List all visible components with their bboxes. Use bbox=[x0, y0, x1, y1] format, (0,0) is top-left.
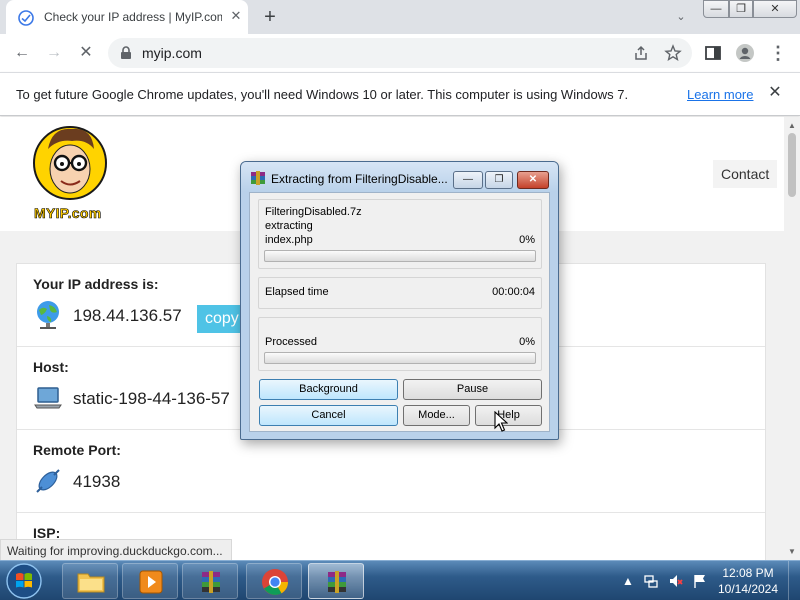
browser-toolbar: ← → ✕ myip.com ⋮ bbox=[0, 34, 800, 72]
media-player-icon bbox=[139, 570, 163, 594]
processed-label: Processed bbox=[265, 336, 317, 348]
volume-muted-icon[interactable] bbox=[668, 573, 684, 589]
processed-progress-bar bbox=[264, 352, 536, 364]
side-panel-icon[interactable] bbox=[704, 44, 722, 62]
show-desktop-button[interactable] bbox=[788, 561, 800, 600]
winrar-icon bbox=[202, 571, 220, 593]
remote-port-label: Remote Port: bbox=[33, 442, 121, 458]
action-center-flag-icon[interactable] bbox=[692, 573, 708, 589]
tab-title: Check your IP address | MyIP.com bbox=[44, 10, 222, 24]
file-progress-bar bbox=[264, 250, 536, 262]
dialog-close-button[interactable]: ✕ bbox=[517, 171, 549, 189]
file-percent: 0% bbox=[519, 234, 535, 246]
infobar-message: To get future Google Chrome updates, you… bbox=[16, 87, 629, 102]
windows-taskbar: ▲ 12:08 PM 10/14/2024 bbox=[0, 560, 800, 600]
remote-port-value: 41938 bbox=[73, 472, 121, 491]
learn-more-link[interactable]: Learn more bbox=[687, 87, 753, 102]
host-label: Host: bbox=[33, 359, 69, 375]
remote-port-row: Remote Port: 41938 bbox=[17, 430, 765, 513]
elapsed-label: Elapsed time bbox=[265, 286, 329, 298]
elapsed-group: Elapsed time 00:00:04 bbox=[258, 277, 542, 309]
restore-button[interactable]: ❐ bbox=[729, 0, 753, 18]
tab-strip: Check your IP address | MyIP.com ✕ + ⌄ —… bbox=[0, 0, 800, 34]
url-text[interactable]: myip.com bbox=[142, 45, 202, 61]
taskbar-media-player[interactable] bbox=[122, 563, 178, 599]
status-bubble: Waiting for improving.duckduckgo.com... bbox=[0, 539, 232, 561]
mode-button[interactable]: Mode... bbox=[403, 405, 470, 426]
profile-avatar-icon[interactable] bbox=[735, 43, 755, 63]
close-window-button[interactable]: ✕ bbox=[753, 0, 797, 18]
forward-button[interactable]: → bbox=[44, 43, 64, 63]
dialog-maximize-button[interactable]: ❐ bbox=[485, 171, 513, 189]
laptop-icon bbox=[34, 387, 62, 409]
update-infobar: To get future Google Chrome updates, you… bbox=[0, 72, 800, 116]
tab-close-icon[interactable]: ✕ bbox=[228, 8, 244, 24]
taskbar-chrome[interactable] bbox=[246, 563, 302, 599]
processed-group: Processed 0% bbox=[258, 317, 542, 371]
address-bar[interactable]: myip.com bbox=[108, 38, 692, 68]
host-value: static-198-44-136-57 bbox=[73, 389, 230, 408]
back-button[interactable]: ← bbox=[12, 43, 32, 63]
archive-name: FilteringDisabled.7z bbox=[265, 206, 362, 218]
winrar-icon bbox=[251, 171, 265, 185]
dialog-titlebar[interactable]: Extracting from FilteringDisable... — ❐ … bbox=[241, 162, 558, 192]
taskbar-winrar-pinned[interactable] bbox=[182, 563, 238, 599]
plug-icon bbox=[36, 469, 60, 493]
lock-icon[interactable] bbox=[120, 46, 132, 60]
pause-button[interactable]: Pause bbox=[403, 379, 542, 400]
minimize-button[interactable]: — bbox=[703, 0, 729, 18]
taskbar-winrar-active[interactable] bbox=[308, 563, 364, 599]
chrome-icon bbox=[262, 569, 289, 595]
dialog-title: Extracting from FilteringDisable... bbox=[271, 172, 447, 186]
globe-icon bbox=[37, 301, 59, 329]
action-text: extracting bbox=[265, 220, 313, 232]
new-tab-button[interactable]: + bbox=[259, 6, 281, 28]
scroll-thumb[interactable] bbox=[788, 133, 796, 197]
dialog-body: FilteringDisabled.7z extracting index.ph… bbox=[249, 192, 550, 432]
contact-link[interactable]: Contact bbox=[713, 160, 778, 188]
help-button[interactable]: Help bbox=[475, 405, 542, 426]
extraction-dialog: Extracting from FilteringDisable... — ❐ … bbox=[240, 161, 559, 440]
scroll-down-icon[interactable]: ▼ bbox=[788, 547, 796, 556]
clock-date[interactable]: 10/14/2024 bbox=[716, 582, 780, 596]
page-scrollbar[interactable]: ▲ ▼ bbox=[784, 117, 800, 560]
background-button[interactable]: Background bbox=[259, 379, 398, 400]
start-button[interactable] bbox=[4, 562, 44, 600]
chrome-menu-icon[interactable]: ⋮ bbox=[768, 43, 788, 63]
ip-address-label: Your IP address is: bbox=[33, 276, 159, 292]
mascot-face-icon bbox=[33, 126, 107, 200]
myip-favicon-icon bbox=[18, 10, 34, 26]
dialog-minimize-button[interactable]: — bbox=[453, 171, 483, 189]
browser-tab[interactable]: Check your IP address | MyIP.com ✕ bbox=[6, 0, 248, 34]
share-icon[interactable] bbox=[632, 44, 650, 62]
tab-search-icon[interactable]: ⌄ bbox=[672, 8, 690, 26]
winrar-icon bbox=[328, 571, 346, 593]
bookmark-star-icon[interactable] bbox=[664, 44, 682, 62]
myip-logo[interactable]: MYIP.com bbox=[30, 121, 114, 225]
processed-percent: 0% bbox=[519, 336, 535, 348]
infobar-close-icon[interactable]: ✕ bbox=[766, 84, 784, 102]
clock-time[interactable]: 12:08 PM bbox=[716, 566, 780, 580]
network-icon[interactable] bbox=[643, 573, 659, 589]
file-progress-group: FilteringDisabled.7z extracting index.ph… bbox=[258, 199, 542, 269]
file-explorer-icon bbox=[77, 573, 105, 593]
cancel-button[interactable]: Cancel bbox=[259, 405, 398, 426]
current-file: index.php bbox=[265, 234, 313, 246]
stop-loading-button[interactable]: ✕ bbox=[76, 43, 96, 63]
show-hidden-icons-icon[interactable]: ▲ bbox=[620, 573, 636, 589]
scroll-up-icon[interactable]: ▲ bbox=[788, 121, 796, 130]
elapsed-value: 00:00:04 bbox=[492, 286, 535, 298]
logo-text: MYIP.com bbox=[34, 205, 102, 222]
ip-address-value: 198.44.136.57 bbox=[73, 306, 182, 325]
mouse-cursor-icon bbox=[494, 411, 508, 432]
taskbar-file-explorer[interactable] bbox=[62, 563, 118, 599]
window-controls: — ❐ ✕ bbox=[703, 0, 797, 18]
